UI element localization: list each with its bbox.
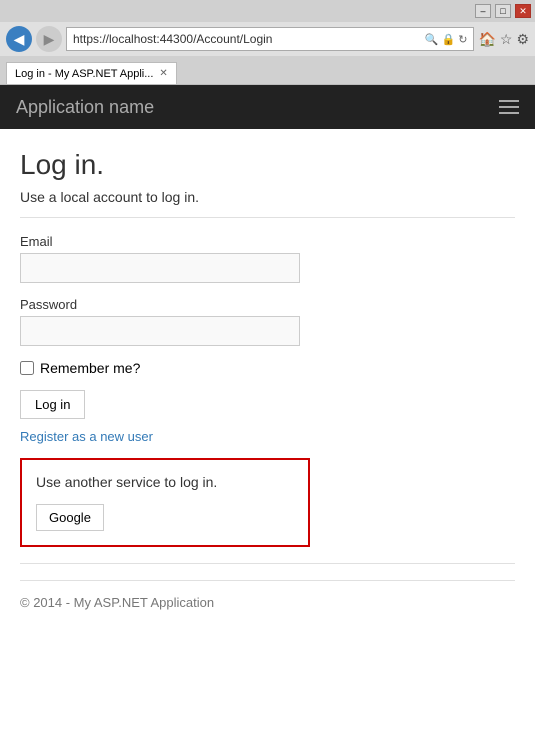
remember-me-checkbox[interactable] [20,361,34,375]
page-subtitle: Use a local account to log in. [20,189,515,205]
maximize-button[interactable]: □ [495,4,511,18]
forward-button[interactable]: ▶ [36,26,62,52]
email-group: Email [20,234,515,283]
star-icon[interactable]: ☆ [500,31,513,48]
divider-bottom [20,563,515,564]
remember-me-row: Remember me? [20,360,515,376]
hamburger-menu[interactable] [499,100,519,114]
register-link[interactable]: Register as a new user [20,429,515,444]
close-button[interactable]: ✕ [515,4,531,18]
refresh-icon: ↻ [458,33,467,46]
remember-me-label: Remember me? [40,360,140,376]
back-button[interactable]: ◀ [6,26,32,52]
external-login-section: Use another service to log in. Google [20,458,310,547]
tab-close-icon[interactable]: ✕ [159,68,167,79]
browser-tab[interactable]: Log in - My ASP.NET Appli... ✕ [6,62,177,84]
password-label: Password [20,297,515,312]
divider-top [20,217,515,218]
app-name: Application name [16,97,154,118]
email-label: Email [20,234,515,249]
lock-icon: 🔒 [442,33,456,46]
gear-icon[interactable]: ⚙ [516,31,529,48]
google-login-button[interactable]: Google [36,504,104,531]
hamburger-line-1 [499,100,519,102]
title-bar: – □ ✕ [0,0,535,22]
footer: © 2014 - My ASP.NET Application [20,580,515,610]
minimize-button[interactable]: – [475,4,491,18]
external-login-title: Use another service to log in. [36,474,294,490]
password-input[interactable] [20,316,300,346]
nav-bar: ◀ ▶ https://localhost:44300/Account/Logi… [0,22,535,56]
footer-text: © 2014 - My ASP.NET Application [20,595,214,610]
email-input[interactable] [20,253,300,283]
browser-toolbar-right: 🏠 ☆ ⚙ [478,31,529,48]
tab-bar: Log in - My ASP.NET Appli... ✕ [0,56,535,84]
search-icon: 🔍 [425,33,439,46]
home-icon[interactable]: 🏠 [478,31,495,48]
password-group: Password [20,297,515,346]
address-bar[interactable]: https://localhost:44300/Account/Login 🔍 … [66,27,474,51]
hamburger-line-3 [499,112,519,114]
address-text: https://localhost:44300/Account/Login [73,32,272,46]
tab-label: Log in - My ASP.NET Appli... [15,68,153,80]
hamburger-line-2 [499,106,519,108]
browser-chrome: – □ ✕ ◀ ▶ https://localhost:44300/Accoun… [0,0,535,85]
login-button[interactable]: Log in [20,390,85,419]
app-navbar: Application name [0,85,535,129]
main-content: Log in. Use a local account to log in. E… [0,129,535,748]
address-bar-icons: 🔍 🔒 ↻ [425,33,468,46]
page-title: Log in. [20,149,515,181]
